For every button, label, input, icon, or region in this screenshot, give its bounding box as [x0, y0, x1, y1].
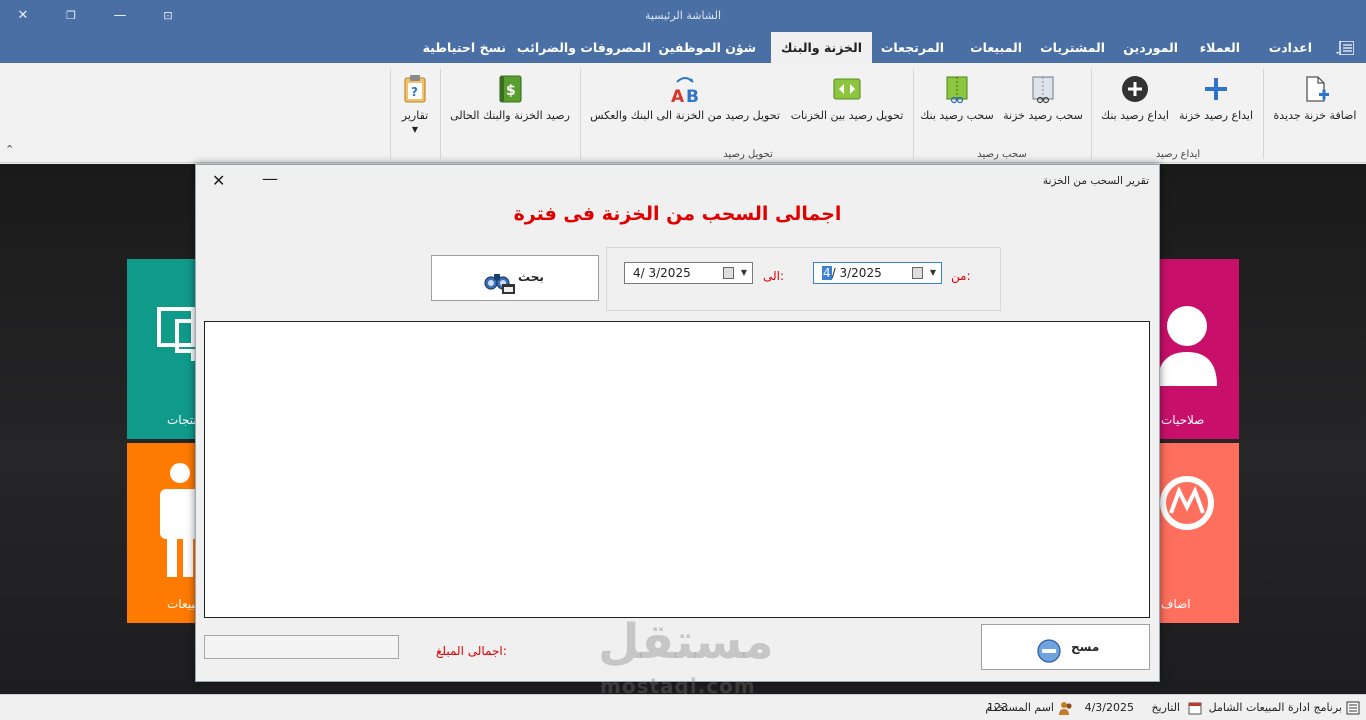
ribbon-separator	[1091, 69, 1092, 159]
tab-safe-bank[interactable]: الخزنة والبنك	[771, 32, 872, 63]
users-icon	[1059, 702, 1072, 715]
ribbon-separator	[440, 69, 441, 159]
tab-expenses-taxes[interactable]: المصروفات والضرائب	[507, 32, 661, 63]
tab-suppliers[interactable]: الموردين	[1113, 32, 1188, 63]
transfer-safe-bank-button[interactable]: A B تحويل رصيد من الخزنة الى البنك والعك…	[586, 73, 784, 122]
status-date-value: 4/3/2025	[1084, 701, 1134, 714]
status-user-value: 123	[987, 701, 1008, 714]
ribbon-separator	[1263, 69, 1264, 159]
dialog-title: تقرير السحب من الخزنة	[1042, 175, 1149, 187]
withdraw-bank-button[interactable]: سحب رصيد بنك	[918, 73, 996, 122]
svg-text:A: A	[671, 87, 685, 105]
dialog-close-button[interactable]: ✕	[212, 171, 225, 190]
calendar-icon	[912, 267, 923, 279]
cut-green-page-icon	[946, 76, 968, 104]
window-title: الشاشة الرئيسية	[644, 9, 722, 22]
deposit-safe-button[interactable]: ايداع رصيد خزنة	[1177, 73, 1255, 122]
binoculars-icon	[484, 274, 515, 294]
date-filter-group: من: 4/ 3/2025 ▼ الى: 4/ 3/2025 ▼	[606, 247, 1001, 311]
app-icon	[1346, 701, 1360, 715]
tab-customers[interactable]: العملاء	[1190, 32, 1250, 63]
svg-text:$: $	[506, 83, 516, 99]
deposit-group-label: ايداع رصيد	[1155, 149, 1201, 160]
svg-text:B: B	[686, 87, 699, 105]
calendar-icon	[1188, 702, 1202, 715]
dialog-minimize-button[interactable]: —	[262, 169, 278, 188]
clipboard-question-icon: ?	[404, 75, 426, 103]
ribbon-panel: اضافة خزنة جديدة ايداع رصيد خزنة ايداع ر…	[0, 63, 1366, 163]
results-grid[interactable]	[204, 321, 1150, 618]
withdraw-safe-button[interactable]: سحب رصيد خزنة	[1001, 73, 1085, 122]
tab-employees[interactable]: شؤن الموظفين	[649, 32, 766, 63]
reports-button[interactable]: ? تقارير ▼	[396, 73, 434, 135]
cut-page-icon	[1032, 76, 1054, 104]
file-menu-icon[interactable]	[1336, 41, 1354, 55]
calendar-icon	[723, 267, 734, 279]
minus-circle-icon	[1037, 639, 1061, 663]
user-icon	[1157, 306, 1217, 386]
new-document-icon	[1306, 76, 1329, 102]
withdraw-report-dialog: ✕ — تقرير السحب من الخزنة اجمالى السحب م…	[195, 164, 1160, 682]
withdraw-group-label: سحب رصيد	[977, 149, 1027, 160]
ribbon-separator	[580, 69, 581, 159]
tab-sales[interactable]: المبيعات	[960, 32, 1032, 63]
tab-purchases[interactable]: المشتريات	[1030, 32, 1115, 63]
clear-button[interactable]: مسح	[981, 624, 1150, 670]
to-label: الى:	[763, 269, 785, 283]
transfer-arrows-icon	[833, 78, 861, 100]
plus-icon	[1205, 78, 1227, 100]
tab-backup[interactable]: نسخ احتياطية	[413, 32, 516, 63]
deposit-bank-button[interactable]: ايداع رصيد بنك	[1098, 73, 1172, 122]
search-button[interactable]: بحث	[431, 255, 599, 301]
ribbon-separator	[390, 69, 391, 159]
transfer-group-label: تحويل رصيد	[723, 149, 773, 160]
ribbon-tabs: اعدادت العملاء الموردين المشتريات المبيع…	[0, 32, 1366, 63]
status-app-name: برنامج ادارة المبيعات الشامل	[1208, 701, 1342, 714]
from-date-picker[interactable]: 4/ 3/2025 ▼	[813, 262, 942, 284]
status-date-label: التاريخ	[1151, 701, 1180, 714]
circle-plus-icon	[1122, 76, 1148, 102]
status-bar: برنامج ادارة المبيعات الشامل التاريخ 4/3…	[0, 694, 1366, 720]
chevron-down-icon: ▼	[929, 268, 936, 277]
to-date-picker[interactable]: 4/ 3/2025 ▼	[624, 262, 753, 284]
report-heading: اجمالى السحب من الخزنة فى فترة	[513, 203, 842, 225]
ab-swap-icon: A B	[671, 77, 699, 105]
total-amount-label: اجمالى المبلغ:	[436, 644, 507, 658]
total-amount-field	[204, 635, 399, 659]
from-label: من:	[951, 269, 971, 283]
chevron-down-icon: ▼	[411, 125, 419, 134]
window-titlebar: ✕ ❐ — ⊡ الشاشة الرئيسية	[0, 0, 1366, 32]
tab-settings[interactable]: اعدادت	[1259, 32, 1322, 63]
add-safe-button[interactable]: اضافة خزنة جديدة	[1270, 73, 1360, 122]
money-book-icon: $	[499, 75, 522, 103]
chevron-down-icon: ▼	[740, 268, 747, 277]
transfer-between-safes-button[interactable]: تحويل رصيد بين الخزنات	[788, 73, 906, 122]
tab-returns[interactable]: المرتجعات	[871, 32, 954, 63]
ribbon-separator	[913, 69, 914, 159]
svg-text:?: ?	[411, 85, 418, 99]
badge-icon	[1160, 476, 1214, 530]
watermark: مستقل mostaql.com	[598, 614, 774, 698]
collapse-ribbon-icon[interactable]: ⌃	[5, 143, 14, 156]
current-balance-button[interactable]: $ رصيد الخزنة والبنك الحالى	[446, 73, 574, 122]
